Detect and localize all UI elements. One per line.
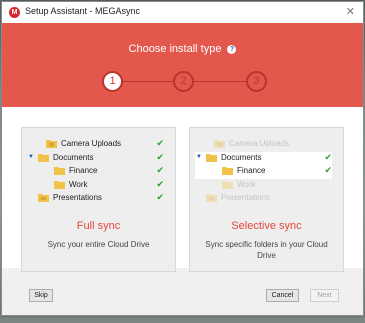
check-icon: ✔ bbox=[324, 151, 332, 162]
tree-row-camera-uploads: Camera Uploads ✔ bbox=[27, 138, 164, 152]
tree-label: Presentations bbox=[53, 193, 102, 202]
mega-logo-icon: M bbox=[9, 7, 20, 18]
title-bar: M Setup Assistant - MEGAsync ✕ bbox=[2, 2, 363, 23]
step-connector-2 bbox=[194, 81, 246, 82]
selective-sync-option[interactable]: Camera Uploads ▼ Documents ✔ Finance ✔ W… bbox=[189, 127, 344, 272]
expand-arrow-icon[interactable]: ▼ bbox=[196, 154, 202, 160]
folder-icon bbox=[54, 167, 65, 175]
tree-row-work: Work bbox=[195, 179, 332, 193]
check-icon: ✔ bbox=[156, 178, 164, 189]
folder-icon bbox=[206, 194, 217, 202]
full-sync-option[interactable]: Camera Uploads ✔ ▼ Documents ✔ Finance ✔… bbox=[21, 127, 176, 272]
folder-icon bbox=[222, 167, 233, 175]
content-area: Camera Uploads ✔ ▼ Documents ✔ Finance ✔… bbox=[2, 107, 363, 272]
tree-label: Documents bbox=[221, 152, 262, 162]
close-icon[interactable]: ✕ bbox=[346, 5, 355, 18]
check-icon: ✔ bbox=[156, 192, 164, 202]
step-connector-1 bbox=[123, 81, 173, 82]
tree-row-presentations: Presentations ✔ bbox=[27, 192, 164, 206]
folder-icon bbox=[38, 194, 49, 202]
full-sync-title: Full sync bbox=[76, 220, 121, 232]
full-sync-tree: Camera Uploads ✔ ▼ Documents ✔ Finance ✔… bbox=[27, 138, 164, 206]
folder-icon bbox=[214, 140, 225, 148]
next-button[interactable]: Next bbox=[310, 289, 339, 302]
full-sync-description: Sync your entire Cloud Drive bbox=[47, 240, 150, 249]
folder-icon bbox=[38, 153, 49, 162]
step-2: 2 bbox=[173, 71, 194, 92]
check-icon: ✔ bbox=[324, 165, 332, 175]
selective-sync-tree: Camera Uploads ▼ Documents ✔ Finance ✔ W… bbox=[195, 138, 332, 206]
step-1: 1 bbox=[102, 71, 123, 92]
window-title: Setup Assistant - MEGAsync bbox=[25, 6, 141, 16]
help-icon[interactable]: ? bbox=[227, 45, 237, 54]
selective-sync-description: Sync specific folders in your Cloud Driv… bbox=[205, 240, 328, 260]
setup-window: M Setup Assistant - MEGAsync ✕ Choose in… bbox=[1, 1, 364, 316]
check-icon: ✔ bbox=[156, 165, 164, 175]
tree-label: Work bbox=[69, 179, 88, 189]
tree-label: Camera Uploads bbox=[229, 139, 290, 148]
heading-text: Choose install type bbox=[128, 43, 222, 55]
folder-icon bbox=[206, 153, 217, 162]
tree-label: Presentations bbox=[221, 193, 270, 202]
folder-icon bbox=[54, 180, 65, 189]
tree-row-camera-uploads: Camera Uploads bbox=[195, 138, 332, 152]
page-title: Choose install type? bbox=[2, 43, 363, 55]
tree-label: Camera Uploads bbox=[61, 139, 122, 148]
wizard-header: Choose install type? 1 2 3 bbox=[2, 23, 363, 107]
skip-button[interactable]: Skip bbox=[29, 289, 53, 302]
folder-icon bbox=[46, 140, 57, 148]
selective-sync-title: Selective sync bbox=[231, 220, 302, 232]
tree-label: Documents bbox=[53, 152, 94, 162]
tree-row-presentations: Presentations bbox=[195, 192, 332, 206]
check-icon: ✔ bbox=[156, 138, 164, 148]
tree-row-work: Work ✔ bbox=[27, 179, 164, 193]
tree-row-finance: Finance ✔ bbox=[27, 165, 164, 179]
tree-row-documents: ▼ Documents ✔ bbox=[27, 152, 164, 166]
tree-label: Finance bbox=[237, 166, 266, 175]
expand-arrow-icon[interactable]: ▼ bbox=[28, 154, 34, 160]
folder-icon bbox=[222, 180, 233, 189]
tree-label: Work bbox=[237, 179, 256, 189]
check-icon: ✔ bbox=[156, 151, 164, 162]
tree-label: Finance bbox=[69, 166, 98, 175]
tree-row-finance: Finance ✔ bbox=[195, 165, 332, 179]
tree-row-documents: ▼ Documents ✔ bbox=[195, 151, 332, 165]
step-3: 3 bbox=[246, 71, 267, 92]
cancel-button[interactable]: Cancel bbox=[266, 289, 299, 302]
footer: Skip Cancel Next bbox=[2, 268, 363, 315]
